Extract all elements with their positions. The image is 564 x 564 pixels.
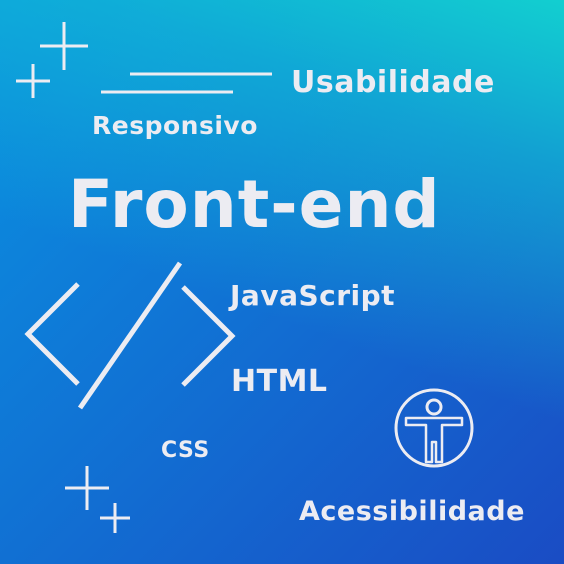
front-end-poster: Usabilidade Responsivo Front-end JavaScr…	[0, 0, 564, 564]
sparkle-icon	[16, 64, 50, 98]
sparkle-icon	[100, 503, 130, 533]
accessibility-icon	[394, 388, 474, 468]
word-usabilidade: Usabilidade	[291, 65, 495, 100]
word-html: HTML	[231, 364, 328, 399]
poster-title: Front-end	[68, 166, 441, 243]
sparkle-icon	[65, 466, 109, 510]
word-javascript: JavaScript	[230, 279, 396, 312]
code-brackets-icon	[24, 261, 236, 410]
sparkle-icon	[40, 22, 88, 70]
speed-lines	[101, 72, 272, 94]
word-css: CSS	[161, 438, 210, 463]
word-acessibilidade: Acessibilidade	[299, 496, 525, 527]
word-responsivo: Responsivo	[92, 111, 258, 140]
